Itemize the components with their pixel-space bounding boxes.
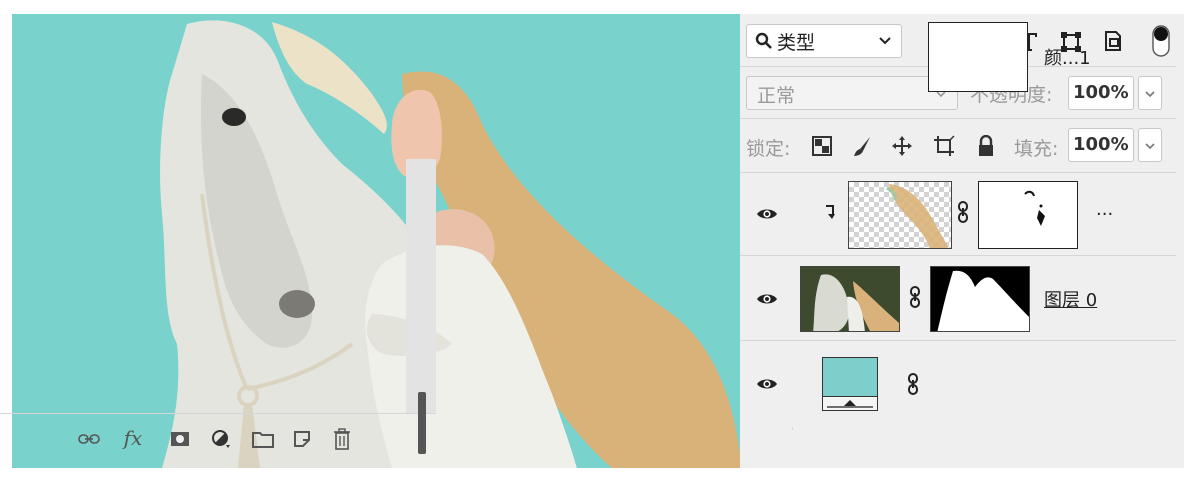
- layer-mask-thumbnail[interactable]: [930, 266, 1030, 332]
- filter-toggle-icon[interactable]: [1150, 24, 1172, 58]
- clipping-mask-arrow-icon: [822, 203, 838, 223]
- document-canvas[interactable]: [12, 14, 740, 468]
- layer-name[interactable]: 颜...1: [1044, 44, 1091, 70]
- opacity-input[interactable]: 100%: [1068, 76, 1134, 110]
- link-icon[interactable]: [906, 373, 920, 395]
- layer-name[interactable]: 图层 0: [1044, 286, 1097, 312]
- lock-transparent-pixels-icon[interactable]: [810, 134, 834, 158]
- eye-visibility-icon[interactable]: [756, 288, 778, 310]
- chevron-down-icon: [1143, 139, 1157, 153]
- trash-icon[interactable]: [330, 426, 354, 452]
- fill-value: 100%: [1073, 134, 1129, 155]
- lock-artboard-icon[interactable]: [932, 134, 958, 158]
- lock-image-pixels-icon[interactable]: [850, 134, 874, 158]
- chevron-down-icon: [877, 33, 893, 49]
- chevron-down-icon: [1143, 87, 1157, 101]
- lock-all-icon[interactable]: [974, 133, 998, 159]
- layer-kind-label: 类型: [777, 32, 816, 54]
- layer-thumbnail[interactable]: [800, 266, 900, 332]
- fill-slider-toggle[interactable]: [1138, 128, 1162, 162]
- opacity-slider-toggle[interactable]: [1138, 76, 1162, 110]
- blend-mode-dropdown[interactable]: 正常: [746, 76, 958, 110]
- group-folder-icon[interactable]: [250, 428, 276, 450]
- layer-row-layer0[interactable]: 图层 0: [740, 256, 1176, 340]
- adjustment-icon[interactable]: [208, 426, 234, 452]
- layer-row-color-fill[interactable]: [740, 341, 1176, 427]
- layers-scrollbar-thumb[interactable]: [418, 392, 426, 454]
- fx-icon[interactable]: fx: [118, 424, 148, 452]
- link-layers-icon[interactable]: [76, 428, 102, 450]
- color-swatch: [823, 358, 877, 397]
- mask-icon[interactable]: [168, 428, 192, 450]
- layer-row-hair[interactable]: ...: [740, 173, 1176, 255]
- lock-position-icon[interactable]: [890, 134, 914, 158]
- layer-thumbnail[interactable]: [848, 181, 952, 249]
- layers-scrollbar-track[interactable]: [406, 159, 436, 413]
- layer-kind-filter[interactable]: 类型: [746, 24, 902, 58]
- link-icon[interactable]: [956, 201, 970, 223]
- fill-label: 填充:: [1014, 138, 1059, 160]
- eye-visibility-icon[interactable]: [756, 373, 778, 395]
- layer-mask-thumbnail[interactable]: [928, 22, 1028, 92]
- link-icon[interactable]: [908, 286, 922, 308]
- search-icon: [753, 30, 775, 52]
- lock-label: 锁定:: [746, 138, 791, 160]
- new-layer-icon[interactable]: [290, 428, 314, 450]
- layer-mask-thumbnail[interactable]: [978, 181, 1078, 249]
- opacity-value: 100%: [1073, 82, 1129, 103]
- smart-object-filter-icon[interactable]: [1100, 28, 1126, 54]
- color-fill-thumbnail[interactable]: [822, 357, 878, 411]
- layer-name[interactable]: ...: [1096, 199, 1113, 220]
- horse-woman-image: [160, 20, 740, 468]
- eye-visibility-icon[interactable]: [756, 203, 778, 225]
- layers-panel: 类型 正常 不透明度: 100% 锁定: 填充: 100% ... 图层 0 颜…: [740, 14, 1184, 468]
- blend-mode-label: 正常: [757, 85, 796, 107]
- fill-input[interactable]: 100%: [1068, 128, 1134, 162]
